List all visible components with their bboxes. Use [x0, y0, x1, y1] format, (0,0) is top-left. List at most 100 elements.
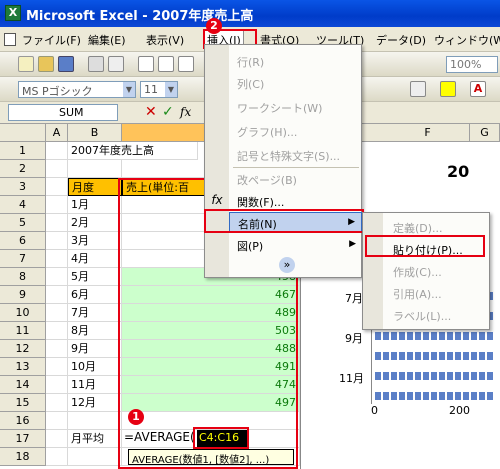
row-header[interactable]: 1: [0, 142, 46, 160]
cell-a[interactable]: [46, 430, 68, 448]
submenu-item-create[interactable]: 作成(C)...: [383, 261, 489, 281]
chevron-down-icon[interactable]: ▼: [165, 82, 177, 97]
font-size-select[interactable]: 11 ▼: [140, 81, 178, 98]
cell-month[interactable]: 4月: [68, 250, 122, 268]
cell-month[interactable]: 7月: [68, 304, 122, 322]
cell-a[interactable]: [46, 250, 68, 268]
cell-a[interactable]: [46, 322, 68, 340]
row-header[interactable]: 11: [0, 322, 46, 340]
select-all-corner[interactable]: [0, 124, 46, 142]
cell-a[interactable]: [46, 178, 68, 196]
cell-a[interactable]: [46, 394, 68, 412]
document-icon[interactable]: [4, 33, 16, 46]
menu-item-picture[interactable]: 図(P) ▶: [229, 235, 362, 255]
paste-icon[interactable]: [178, 56, 194, 72]
cell-month[interactable]: 11月: [68, 376, 122, 394]
print-icon[interactable]: [88, 56, 104, 72]
cell-a[interactable]: [46, 376, 68, 394]
column-header-b[interactable]: B: [68, 124, 122, 142]
menu-window[interactable]: ウィンドウ(W): [434, 32, 500, 48]
cancel-icon[interactable]: ✕: [145, 104, 157, 120]
row-header[interactable]: 3: [0, 178, 46, 196]
cell-month[interactable]: 9月: [68, 340, 122, 358]
column-header-a[interactable]: A: [46, 124, 68, 142]
save-icon[interactable]: [58, 56, 74, 72]
cell-a[interactable]: [46, 340, 68, 358]
menu-item-row[interactable]: 行(R): [229, 51, 362, 71]
chevron-down-icon[interactable]: ▼: [123, 82, 135, 97]
font-name-select[interactable]: MS Pゴシック ▼: [18, 81, 136, 98]
cell-month[interactable]: 12月: [68, 394, 122, 412]
cell-a[interactable]: [46, 304, 68, 322]
borders-icon[interactable]: [410, 81, 426, 97]
cell-month[interactable]: 3月: [68, 232, 122, 250]
row-header[interactable]: 8: [0, 268, 46, 286]
cell-month[interactable]: 5月: [68, 268, 122, 286]
menu-view[interactable]: 表示(V): [146, 32, 184, 48]
cell-a[interactable]: [46, 196, 68, 214]
cell-avg-label[interactable]: 月平均: [68, 430, 122, 448]
menu-file[interactable]: ファイル(F): [22, 32, 81, 48]
row-header[interactable]: 17: [0, 430, 46, 448]
open-folder-icon[interactable]: [38, 56, 54, 72]
cell-title[interactable]: 2007年度売上高: [68, 142, 198, 160]
row-header[interactable]: 13: [0, 358, 46, 376]
row-header[interactable]: 10: [0, 304, 46, 322]
new-file-icon[interactable]: [18, 56, 34, 72]
row-header[interactable]: 12: [0, 340, 46, 358]
cell-a[interactable]: [46, 268, 68, 286]
font-color-icon[interactable]: A: [470, 81, 486, 97]
name-box[interactable]: SUM: [8, 104, 118, 121]
row-header[interactable]: 15: [0, 394, 46, 412]
menu-item-worksheet[interactable]: ワークシート(W): [229, 97, 362, 117]
enter-icon[interactable]: ✓: [162, 104, 174, 120]
row-header[interactable]: 6: [0, 232, 46, 250]
cell-a[interactable]: [46, 160, 68, 178]
header-month[interactable]: 月度: [68, 178, 122, 196]
submenu-item-define[interactable]: 定義(D)...: [383, 217, 489, 237]
cell-b[interactable]: [68, 448, 122, 466]
cut-icon[interactable]: [138, 56, 154, 72]
menu-item-page-break[interactable]: 改ページ(B): [229, 169, 362, 189]
row-header[interactable]: 2: [0, 160, 46, 178]
cell-a[interactable]: [46, 286, 68, 304]
cell-a[interactable]: [46, 358, 68, 376]
cell-a[interactable]: [46, 412, 68, 430]
cell-month[interactable]: 2月: [68, 214, 122, 232]
row-header[interactable]: 18: [0, 448, 46, 466]
expand-menu-icon[interactable]: »: [279, 257, 295, 273]
menu-item-function[interactable]: fx 関数(F)...: [211, 191, 362, 211]
menu-edit[interactable]: 編集(E): [88, 32, 126, 48]
fill-color-icon[interactable]: [440, 81, 456, 97]
chart-bar: [375, 392, 495, 400]
submenu-item-apply[interactable]: 引用(A)...: [383, 283, 489, 303]
row-header[interactable]: 5: [0, 214, 46, 232]
row-header[interactable]: 16: [0, 412, 46, 430]
cell-a[interactable]: [46, 232, 68, 250]
copy-icon[interactable]: [158, 56, 174, 72]
column-header-g[interactable]: G: [470, 124, 500, 142]
cell-a[interactable]: [46, 214, 68, 232]
cell-a[interactable]: [46, 448, 68, 466]
insert-function-icon[interactable]: fx: [180, 105, 191, 119]
cell-month[interactable]: 6月: [68, 286, 122, 304]
zoom-select[interactable]: 100%: [446, 56, 498, 73]
row-header[interactable]: 9: [0, 286, 46, 304]
row-header[interactable]: 4: [0, 196, 46, 214]
cell-month[interactable]: 10月: [68, 358, 122, 376]
cell-b[interactable]: [68, 412, 122, 430]
submenu-item-label[interactable]: ラベル(L)...: [383, 305, 489, 325]
menu-data[interactable]: データ(D): [376, 32, 426, 48]
menu-item-chart[interactable]: グラフ(H)...: [229, 121, 362, 141]
cell-a[interactable]: [46, 142, 68, 160]
row-header[interactable]: 14: [0, 376, 46, 394]
menu-item-symbol[interactable]: 記号と特殊文字(S)...: [229, 145, 362, 165]
cell-month[interactable]: 1月: [68, 196, 122, 214]
preview-icon[interactable]: [108, 56, 124, 72]
menu-item-column[interactable]: 列(C): [229, 73, 362, 93]
chart-bar: [375, 372, 495, 380]
row-header[interactable]: 7: [0, 250, 46, 268]
cell-month[interactable]: 8月: [68, 322, 122, 340]
cell-b[interactable]: [68, 160, 122, 178]
menu-gutter: [363, 213, 383, 329]
